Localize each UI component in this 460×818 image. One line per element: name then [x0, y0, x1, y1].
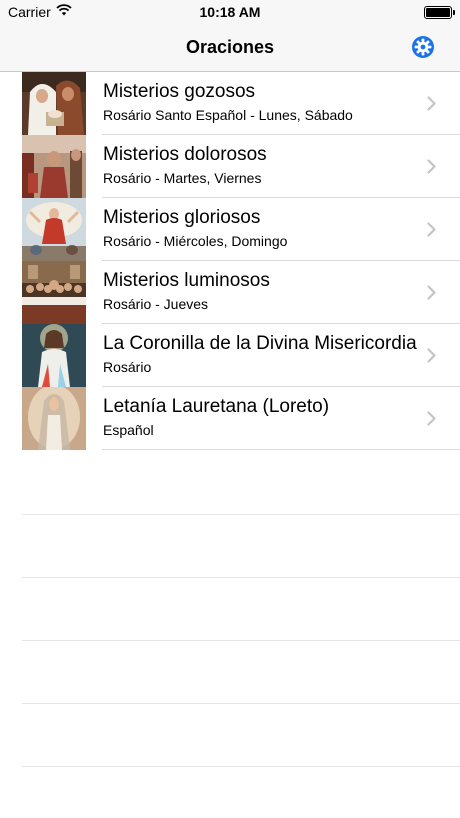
row-title: Letanía Lauretana (Loreto) [103, 396, 330, 417]
row-divider [102, 449, 460, 450]
row-subtitle: Rosário Santo Español - Lunes, Sábado [103, 107, 353, 123]
list-item[interactable]: Letanía Lauretana (Loreto) Español [0, 387, 460, 450]
chevron-right-icon [427, 222, 436, 237]
row-title: La Coronilla de la Divina Misericordia [103, 333, 417, 354]
chevron-right-icon [427, 285, 436, 300]
divine-mercy-thumbnail [22, 324, 86, 387]
settings-button[interactable] [410, 34, 436, 60]
status-bar: Carrier 10:18 AM [0, 0, 460, 24]
clock: 10:18 AM [199, 4, 261, 20]
list-item[interactable]: Misterios luminosos Rosário - Jueves [0, 261, 460, 324]
sorrowful-thumbnail [22, 135, 86, 198]
empty-row-divider [22, 514, 460, 515]
chevron-right-icon [427, 96, 436, 111]
row-subtitle: Español [103, 422, 154, 438]
virgin-mary-thumbnail [22, 387, 86, 450]
empty-row-divider [22, 577, 460, 578]
glorious-thumbnail [22, 198, 86, 261]
battery-icon [424, 6, 455, 19]
row-subtitle: Rosário - Miércoles, Domingo [103, 233, 288, 249]
empty-row-divider [22, 640, 460, 641]
row-subtitle: Rosário - Jueves [103, 296, 209, 312]
luminous-thumbnail [22, 261, 86, 324]
empty-row-divider [22, 766, 460, 767]
row-title: Misterios gloriosos [103, 207, 261, 228]
row-subtitle: Rosário - Martes, Viernes [103, 170, 262, 186]
navigation-bar: Oraciones [0, 24, 460, 72]
page-title: Oraciones [185, 37, 275, 57]
empty-row-divider [22, 703, 460, 704]
prayer-list: Misterios gozosos Rosário Santo Español … [0, 72, 460, 450]
nativity-thumbnail [22, 72, 86, 135]
list-item[interactable]: Misterios dolorosos Rosário - Martes, Vi… [0, 135, 460, 198]
row-subtitle: Rosário [103, 359, 152, 375]
chevron-right-icon [427, 411, 436, 426]
row-title: Misterios dolorosos [103, 144, 267, 165]
chevron-right-icon [427, 348, 436, 363]
row-title: Misterios gozosos [103, 81, 256, 102]
list-item[interactable]: Misterios gozosos Rosário Santo Español … [0, 72, 460, 135]
row-title: Misterios luminosos [103, 270, 270, 291]
list-item[interactable]: Misterios gloriosos Rosário - Miércoles,… [0, 198, 460, 261]
gear-icon [412, 36, 434, 58]
chevron-right-icon [427, 159, 436, 174]
list-item[interactable]: La Coronilla de la Divina Misericordia R… [0, 324, 460, 387]
